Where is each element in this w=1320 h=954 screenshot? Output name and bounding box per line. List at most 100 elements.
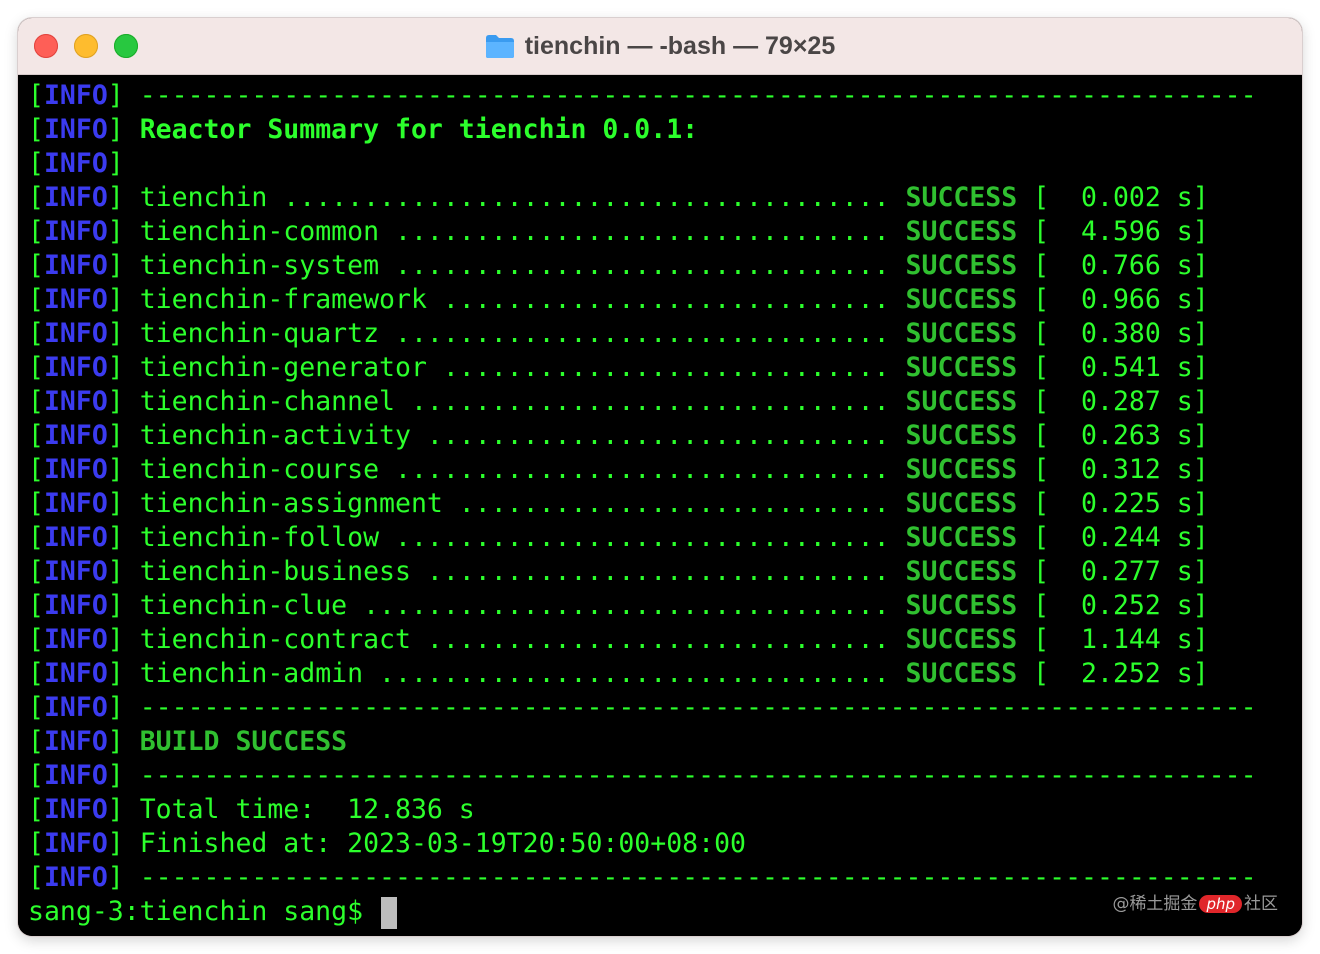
module-line: [INFO] tienchin-activity ...............… <box>28 419 1209 453</box>
info-bracket: ] <box>107 284 140 315</box>
total-time: Total time: 12.836 s <box>139 794 475 825</box>
info-bracket: [ <box>28 794 44 825</box>
text-cursor[interactable] <box>381 896 397 929</box>
info-bracket: [ <box>28 828 44 859</box>
module-name: tienchin-activity ......................… <box>139 420 906 451</box>
module-status: SUCCESS <box>905 590 1018 621</box>
info-bracket: [ <box>28 488 44 519</box>
module-line: [INFO] tienchin-course .................… <box>28 453 1209 487</box>
module-status: SUCCESS <box>905 556 1018 587</box>
info-bracket: ] <box>107 80 140 111</box>
module-time: [ 0.244 s] <box>1017 522 1209 553</box>
module-status: SUCCESS <box>905 522 1018 553</box>
reactor-summary-line: [INFO] Reactor Summary for tienchin 0.0.… <box>28 113 698 147</box>
watermark: @稀土掘金 php 社区 <box>1112 889 1278 914</box>
info-tag: INFO <box>43 862 108 893</box>
info-tag: INFO <box>43 454 108 485</box>
info-bracket: ] <box>107 352 140 383</box>
info-tag: INFO <box>43 182 108 213</box>
info-bracket: ] <box>107 760 140 791</box>
reactor-summary: Reactor Summary for tienchin 0.0.1: <box>139 114 699 145</box>
info-tag: INFO <box>43 522 108 553</box>
module-time: [ 0.766 s] <box>1017 250 1209 281</box>
info-bracket: [ <box>28 726 44 757</box>
module-status: SUCCESS <box>905 352 1018 383</box>
info-bracket: [ <box>28 454 44 485</box>
info-bracket: ] <box>107 148 140 179</box>
module-time: [ 0.225 s] <box>1017 488 1209 519</box>
module-time: [ 0.287 s] <box>1017 386 1209 417</box>
separator: ----------------------------------------… <box>139 80 1257 111</box>
module-line: [INFO] tienchin-framework ..............… <box>28 283 1209 317</box>
info-tag: INFO <box>43 828 108 859</box>
info-tag: INFO <box>43 386 108 417</box>
info-bracket: [ <box>28 80 44 111</box>
empty-info-line: [INFO] <box>28 147 140 181</box>
module-status: SUCCESS <box>905 454 1018 485</box>
module-line: [INFO] tienchin ........................… <box>28 181 1209 215</box>
info-bracket: [ <box>28 284 44 315</box>
separator: ----------------------------------------… <box>139 692 1257 723</box>
info-bracket: [ <box>28 114 44 145</box>
info-bracket: ] <box>107 454 140 485</box>
title-bar[interactable]: tienchin — -bash — 79×25 <box>18 18 1302 75</box>
info-tag: INFO <box>43 114 108 145</box>
info-tag: INFO <box>43 420 108 451</box>
info-bracket: ] <box>107 624 140 655</box>
module-status: SUCCESS <box>905 250 1018 281</box>
module-name: tienchin-common ........................… <box>139 216 906 247</box>
separator-line: [INFO] ---------------------------------… <box>28 79 1257 113</box>
module-name: tienchin-framework .....................… <box>139 284 906 315</box>
info-tag: INFO <box>43 148 108 179</box>
module-line: [INFO] tienchin-clue ...................… <box>28 589 1209 623</box>
info-bracket: ] <box>107 216 140 247</box>
watermark-badge: php <box>1199 895 1242 913</box>
separator-line: [INFO] ---------------------------------… <box>28 691 1257 725</box>
module-name: tienchin-contract ......................… <box>139 624 906 655</box>
info-bracket: [ <box>28 692 44 723</box>
terminal-content[interactable]: [INFO] ---------------------------------… <box>18 75 1302 936</box>
module-line: [INFO] tienchin-admin ..................… <box>28 657 1209 691</box>
info-bracket: ] <box>107 488 140 519</box>
module-line: [INFO] tienchin-assignment .............… <box>28 487 1209 521</box>
module-name: tienchin-admin .........................… <box>139 658 906 689</box>
module-name: tienchin-channel .......................… <box>139 386 906 417</box>
info-bracket: [ <box>28 658 44 689</box>
module-status: SUCCESS <box>905 624 1018 655</box>
build-result: BUILD SUCCESS <box>139 726 348 757</box>
info-bracket: ] <box>107 318 140 349</box>
module-name: tienchin-clue ..........................… <box>139 590 906 621</box>
window-title-group: tienchin — -bash — 79×25 <box>18 18 1302 74</box>
module-line: [INFO] tienchin-channel ................… <box>28 385 1209 419</box>
finished-at: Finished at: 2023-03-19T20:50:00+08:00 <box>139 828 746 859</box>
info-bracket: ] <box>107 114 140 145</box>
module-line: [INFO] tienchin-system .................… <box>28 249 1209 283</box>
info-tag: INFO <box>43 692 108 723</box>
info-tag: INFO <box>43 284 108 315</box>
info-tag: INFO <box>43 726 108 757</box>
prompt-line: sang-3:tienchin sang$ <box>28 895 397 929</box>
info-bracket: [ <box>28 216 44 247</box>
module-status: SUCCESS <box>905 216 1018 247</box>
module-time: [ 0.277 s] <box>1017 556 1209 587</box>
module-status: SUCCESS <box>905 284 1018 315</box>
module-line: [INFO] tienchin-follow .................… <box>28 521 1209 555</box>
info-bracket: [ <box>28 318 44 349</box>
info-bracket: [ <box>28 420 44 451</box>
module-name: tienchin-generator .....................… <box>139 352 906 383</box>
module-time: [ 0.252 s] <box>1017 590 1209 621</box>
info-bracket: [ <box>28 624 44 655</box>
separator-line: [INFO] ---------------------------------… <box>28 861 1257 895</box>
module-name: tienchin-course ........................… <box>139 454 906 485</box>
info-bracket: [ <box>28 760 44 791</box>
info-bracket: ] <box>107 590 140 621</box>
info-bracket: [ <box>28 556 44 587</box>
module-name: tienchin-assignment ....................… <box>139 488 906 519</box>
module-line: [INFO] tienchin-quartz .................… <box>28 317 1209 351</box>
info-tag: INFO <box>43 488 108 519</box>
module-status: SUCCESS <box>905 182 1018 213</box>
module-time: [ 0.263 s] <box>1017 420 1209 451</box>
module-time: [ 0.966 s] <box>1017 284 1209 315</box>
separator: ----------------------------------------… <box>139 760 1257 791</box>
info-tag: INFO <box>43 80 108 111</box>
